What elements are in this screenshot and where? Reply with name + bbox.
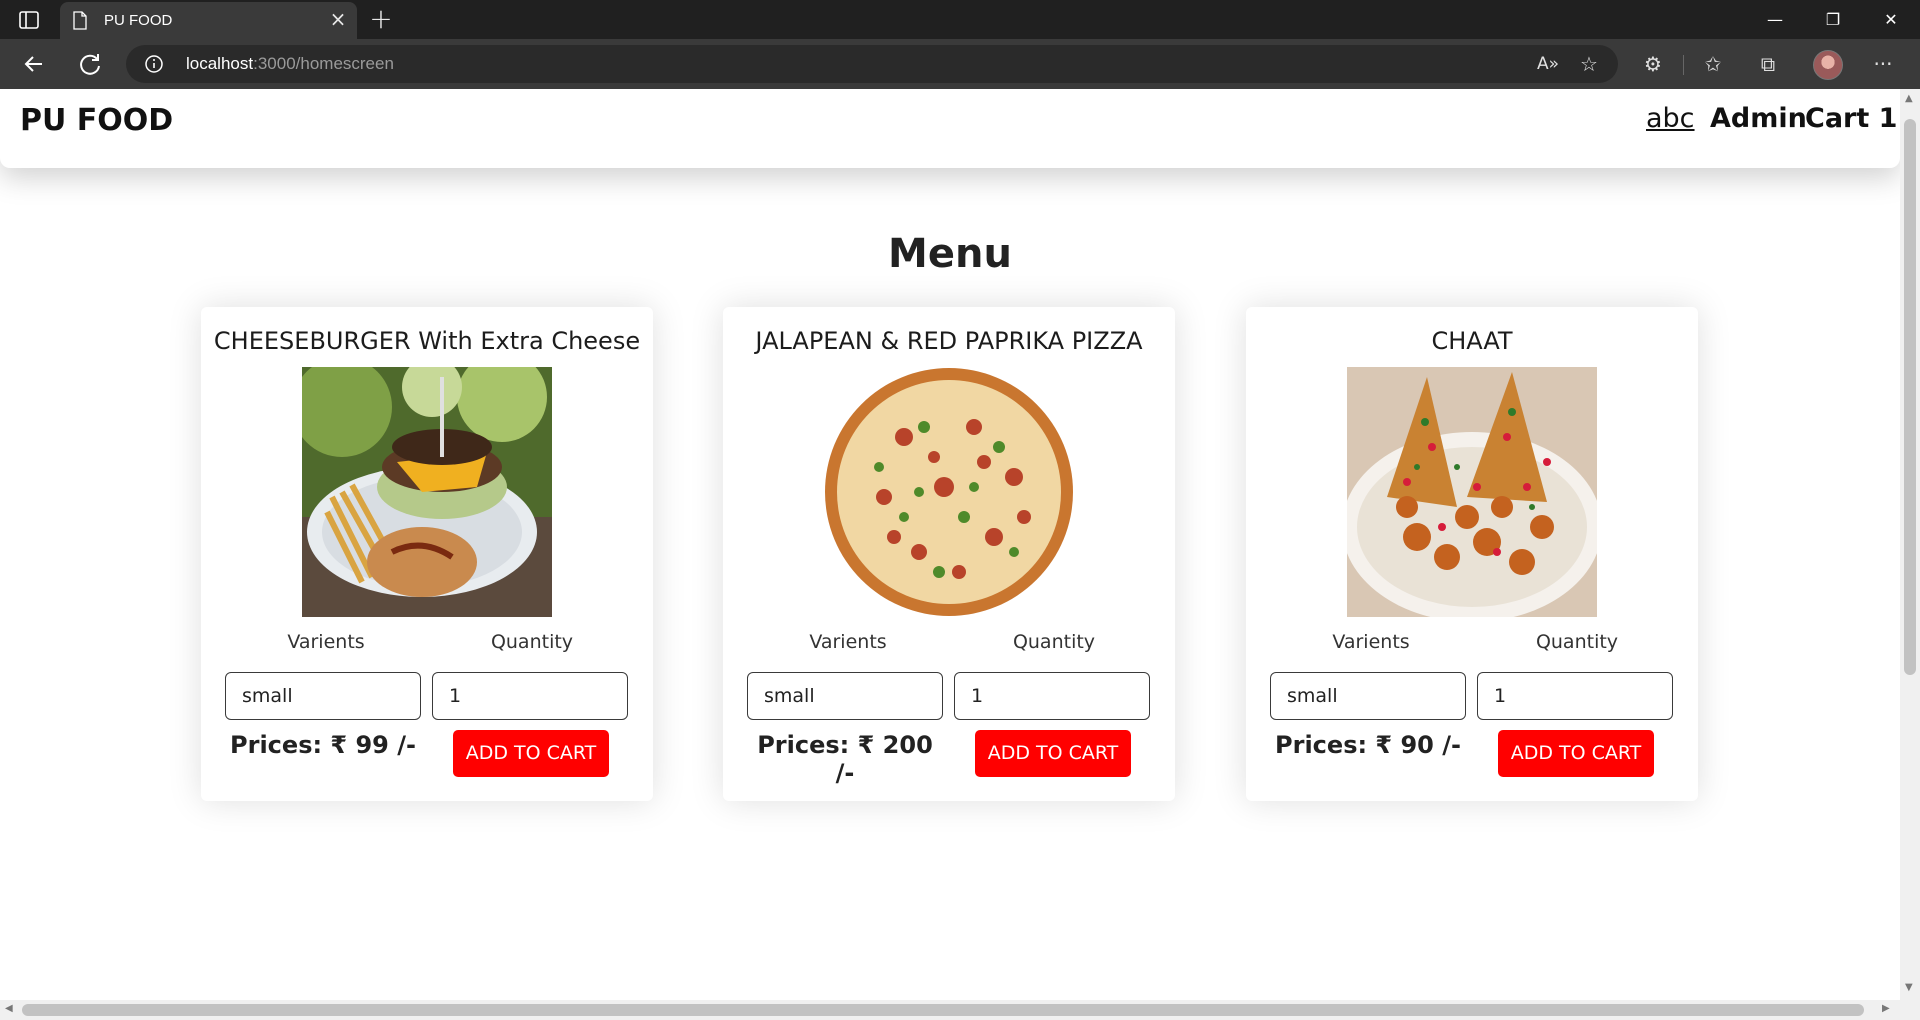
quantity-select[interactable]: 1 bbox=[432, 672, 628, 720]
horizontal-scrollbar[interactable]: ◀ ▶ bbox=[0, 1000, 1920, 1020]
site-navbar: PU FOOD abc Admin Cart 1 bbox=[0, 89, 1900, 168]
item-name: JALAPEAN & RED PAPRIKA PIZZA bbox=[755, 327, 1143, 355]
browser-tab[interactable]: PU FOOD × bbox=[60, 2, 357, 39]
browser-titlebar: PU FOOD × + — ❐ ✕ bbox=[0, 0, 1920, 39]
varient-select[interactable]: small bbox=[747, 672, 943, 720]
nav-admin-link[interactable]: Admin bbox=[1710, 103, 1807, 134]
quantity-label: Quantity bbox=[490, 631, 574, 653]
item-price: Prices: ₹ 90 /- bbox=[1275, 731, 1461, 759]
info-icon[interactable] bbox=[144, 54, 164, 74]
close-window-icon[interactable]: ✕ bbox=[1862, 0, 1920, 39]
collections-icon[interactable]: ⧉ bbox=[1755, 51, 1781, 77]
restore-icon[interactable]: ❐ bbox=[1804, 0, 1862, 39]
cheeseburger-image bbox=[302, 367, 552, 617]
menu-card-cheeseburger: CHEESEBURGER With Extra Cheese Varients … bbox=[201, 307, 653, 801]
address-bar[interactable]: localhost:3000/homescreen A» ☆ bbox=[126, 45, 1618, 83]
item-name: CHAAT bbox=[1431, 327, 1513, 355]
extensions-icon[interactable]: ⚙ bbox=[1640, 51, 1666, 77]
scroll-down-icon[interactable]: ▼ bbox=[1905, 982, 1913, 993]
add-to-cart-button[interactable]: ADD TO CART bbox=[453, 730, 609, 777]
tab-title: PU FOOD bbox=[104, 12, 173, 29]
quantity-label: Quantity bbox=[1012, 631, 1096, 653]
varient-select[interactable]: small bbox=[225, 672, 421, 720]
toolbar-divider bbox=[1683, 55, 1684, 75]
nav-cart-link[interactable]: Cart 1 bbox=[1805, 103, 1897, 134]
page-content: PU FOOD abc Admin Cart 1 Menu CHEESEBURG… bbox=[0, 89, 1900, 1000]
varients-label: Varients bbox=[1332, 631, 1410, 653]
url-path: :3000/homescreen bbox=[253, 54, 394, 73]
add-to-cart-button[interactable]: ADD TO CART bbox=[975, 730, 1131, 777]
profile-avatar[interactable] bbox=[1813, 50, 1843, 80]
scroll-right-icon[interactable]: ▶ bbox=[1882, 1003, 1890, 1014]
menu-title: Menu bbox=[888, 231, 1012, 277]
menu-card-chaat: CHAAT Varients Quantity small 1 Prices: … bbox=[1246, 307, 1698, 801]
quantity-label: Quantity bbox=[1535, 631, 1619, 653]
plus-icon[interactable]: + bbox=[367, 5, 395, 34]
page-icon bbox=[73, 11, 87, 30]
url-host: localhost bbox=[186, 54, 254, 73]
varient-select[interactable]: small bbox=[1270, 672, 1466, 720]
varients-label: Varients bbox=[809, 631, 887, 653]
scroll-left-icon[interactable]: ◀ bbox=[5, 1003, 13, 1014]
quantity-select[interactable]: 1 bbox=[1477, 672, 1673, 720]
item-price: Prices: ₹ 200 /- bbox=[757, 731, 933, 787]
refresh-icon[interactable] bbox=[74, 48, 106, 80]
item-price: Prices: ₹ 99 /- bbox=[230, 731, 416, 759]
more-icon[interactable]: ··· bbox=[1870, 51, 1896, 77]
minimize-icon[interactable]: — bbox=[1746, 0, 1804, 39]
vertical-scrollbar[interactable]: ▲ ▼ bbox=[1900, 89, 1920, 1000]
url-text: localhost:3000/homescreen bbox=[186, 54, 394, 74]
pizza-image bbox=[824, 367, 1074, 617]
close-icon[interactable]: × bbox=[329, 9, 347, 29]
tab-actions-icon[interactable] bbox=[18, 9, 40, 31]
item-name: CHEESEBURGER With Extra Cheese bbox=[213, 327, 641, 355]
vertical-scroll-thumb[interactable] bbox=[1904, 119, 1916, 675]
add-favorite-icon[interactable]: ☆ bbox=[1576, 51, 1602, 77]
favorites-icon[interactable]: ✩ bbox=[1700, 51, 1726, 77]
back-icon[interactable] bbox=[18, 48, 50, 80]
horizontal-scroll-thumb[interactable] bbox=[22, 1004, 1864, 1016]
browser-toolbar: localhost:3000/homescreen A» ☆ ⚙ ✩ ⧉ ··· bbox=[0, 39, 1920, 89]
read-aloud-icon[interactable]: A» bbox=[1535, 51, 1561, 77]
quantity-select[interactable]: 1 bbox=[954, 672, 1150, 720]
chaat-image bbox=[1347, 367, 1597, 617]
menu-card-pizza: JALAPEAN & RED PAPRIKA PIZZA Varients Qu… bbox=[723, 307, 1175, 801]
nav-user-link[interactable]: abc bbox=[1646, 103, 1695, 134]
brand-logo[interactable]: PU FOOD bbox=[20, 103, 173, 138]
scroll-up-icon[interactable]: ▲ bbox=[1905, 93, 1913, 104]
varients-label: Varients bbox=[287, 631, 365, 653]
add-to-cart-button[interactable]: ADD TO CART bbox=[1498, 730, 1654, 777]
